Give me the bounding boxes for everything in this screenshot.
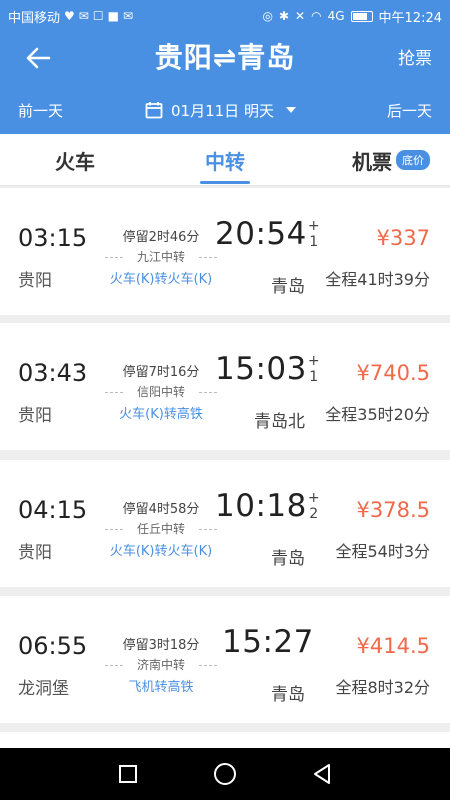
recents-button[interactable] — [113, 759, 143, 789]
battery-icon — [350, 10, 373, 22]
arrival-station: 青岛北 — [254, 412, 305, 432]
arrival-time: 10:18 — [215, 488, 307, 524]
price: ¥378.5 — [356, 498, 430, 522]
status-bar: 中国移动 ♥ ✉ ☐ ■ ✉ ◎ ✱ ✕ ◠ 4G 中午12:24 — [0, 0, 450, 32]
heart-icon: ♥ — [64, 9, 75, 23]
arrival-time-group: 20:54 +1 — [215, 216, 320, 252]
next-day-indicator: +1 — [307, 353, 320, 385]
departure-station: 贵阳 — [18, 271, 52, 291]
departure-time: 03:15 — [18, 224, 88, 252]
transfer-type: 火车(K)转火车(K) — [109, 272, 213, 287]
total-duration: 全程35时20分 — [325, 405, 430, 424]
home-button[interactable] — [210, 759, 240, 789]
arrival-time-group: 15:27 — [222, 624, 315, 660]
date-picker[interactable]: 01月11日 明天 — [145, 100, 296, 121]
next-day-indicator: +2 — [307, 490, 320, 522]
trip-card[interactable]: 06:55 龙洞堡 停留3时18分 济南中转 飞机转高铁 15:27 青岛 ¥4… — [0, 596, 450, 723]
trip-card[interactable]: 04:15 贵阳 停留4时58分 任丘中转 火车(K)转火车(K) 10:18 … — [0, 460, 450, 587]
route-title: 贵阳⇌青岛 — [154, 41, 296, 74]
selected-date: 01月11日 明天 — [171, 101, 274, 120]
mail-icon: ✉ — [122, 9, 134, 23]
total-duration: 全程41时39分 — [325, 270, 430, 289]
next-day-indicator: +1 — [307, 218, 320, 250]
departure-station: 贵阳 — [18, 543, 52, 563]
arrival-station: 青岛 — [271, 277, 305, 297]
date-row: 前一天 01月11日 明天 后一天 — [0, 94, 450, 126]
stopover-duration: 停留7时16分 — [122, 365, 200, 380]
transfer-city: 信阳中转 — [105, 383, 217, 400]
chat-icon: ✉ — [78, 9, 89, 23]
transfer-city: 九江中转 — [105, 248, 217, 265]
arrival-time-group: 10:18 +2 — [215, 488, 320, 524]
arrival-time: 15:27 — [222, 624, 314, 660]
transfer-city: 任丘中转 — [105, 520, 217, 537]
carrier-label: 中国移动 — [8, 10, 61, 26]
total-duration: 全程8时32分 — [335, 678, 430, 697]
taobao-icon: ■ — [107, 9, 119, 23]
trip-card[interactable]: 03:15 贵阳 停留2时46分 九江中转 火车(K)转火车(K) 20:54 … — [0, 188, 450, 315]
tab-flight-label: 机票 — [352, 149, 392, 174]
transfer-info: 停留4时58分 任丘中转 火车(K)转火车(K) — [105, 498, 217, 559]
mute-icon: ✕ — [295, 9, 306, 23]
total-duration: 全程54时3分 — [335, 542, 430, 561]
departure-time: 04:15 — [18, 496, 88, 524]
stopover-duration: 停留2时46分 — [122, 230, 200, 245]
departure-time: 06:55 — [18, 632, 88, 660]
arrival-time: 15:03 — [215, 351, 307, 387]
tab-train[interactable]: 火车 — [30, 134, 120, 186]
nfc-icon: ◎ — [262, 9, 273, 23]
prev-day-button[interactable]: 前一天 — [18, 100, 63, 121]
bluetooth-icon: ✱ — [278, 9, 290, 23]
chevron-down-icon — [285, 107, 296, 113]
triangle-back-icon — [313, 764, 330, 784]
arrival-station: 青岛 — [271, 685, 305, 705]
circle-icon — [213, 763, 236, 785]
transfer-info: 停留3时18分 济南中转 飞机转高铁 — [105, 634, 217, 695]
price: ¥414.5 — [356, 634, 430, 658]
message-icon: ☐ — [92, 9, 104, 23]
trip-card[interactable]: 03:43 贵阳 停留7时16分 信阳中转 火车(K)转高铁 15:03 +1 … — [0, 323, 450, 450]
grab-ticket-button[interactable]: 抢票 — [398, 44, 432, 69]
back-nav-button[interactable] — [307, 759, 337, 789]
signal-icon: 4G — [327, 9, 345, 23]
departure-station: 贵阳 — [18, 406, 52, 426]
price: ¥740.5 — [356, 361, 430, 385]
tab-transfer[interactable]: 中转 — [180, 134, 270, 186]
transfer-info: 停留2时46分 九江中转 火车(K)转火车(K) — [105, 226, 217, 287]
trip-card-partial[interactable] — [0, 732, 450, 748]
stopover-duration: 停留3时18分 — [122, 638, 200, 653]
transfer-type: 飞机转高铁 — [128, 680, 194, 695]
stopover-duration: 停留4时58分 — [122, 502, 200, 517]
transfer-city: 济南中转 — [105, 656, 217, 673]
departure-station: 龙洞堡 — [18, 679, 69, 699]
transfer-info: 停留7时16分 信阳中转 火车(K)转高铁 — [105, 361, 217, 422]
departure-time: 03:43 — [18, 359, 88, 387]
arrival-time-group: 15:03 +1 — [215, 351, 320, 387]
arrival-time: 20:54 — [215, 216, 307, 252]
transfer-type: 火车(K)转高铁 — [119, 407, 203, 422]
calendar-icon — [145, 102, 163, 119]
square-icon — [119, 765, 138, 783]
wifi-icon: ◠ — [311, 9, 322, 23]
clock: 中午12:24 — [378, 10, 442, 26]
next-day-button[interactable]: 后一天 — [387, 100, 432, 121]
transfer-type: 火车(K)转火车(K) — [109, 544, 213, 559]
system-nav-bar — [0, 748, 450, 800]
mode-tabs: 火车 中转 机票 底价 — [0, 134, 450, 186]
tab-flight[interactable]: 机票 底价 — [340, 134, 445, 186]
low-price-badge: 底价 — [396, 150, 430, 170]
price: ¥337 — [376, 226, 430, 250]
arrival-station: 青岛 — [271, 549, 305, 569]
app-header: 贵阳⇌青岛 抢票 前一天 01月11日 明天 后一天 — [0, 32, 450, 134]
